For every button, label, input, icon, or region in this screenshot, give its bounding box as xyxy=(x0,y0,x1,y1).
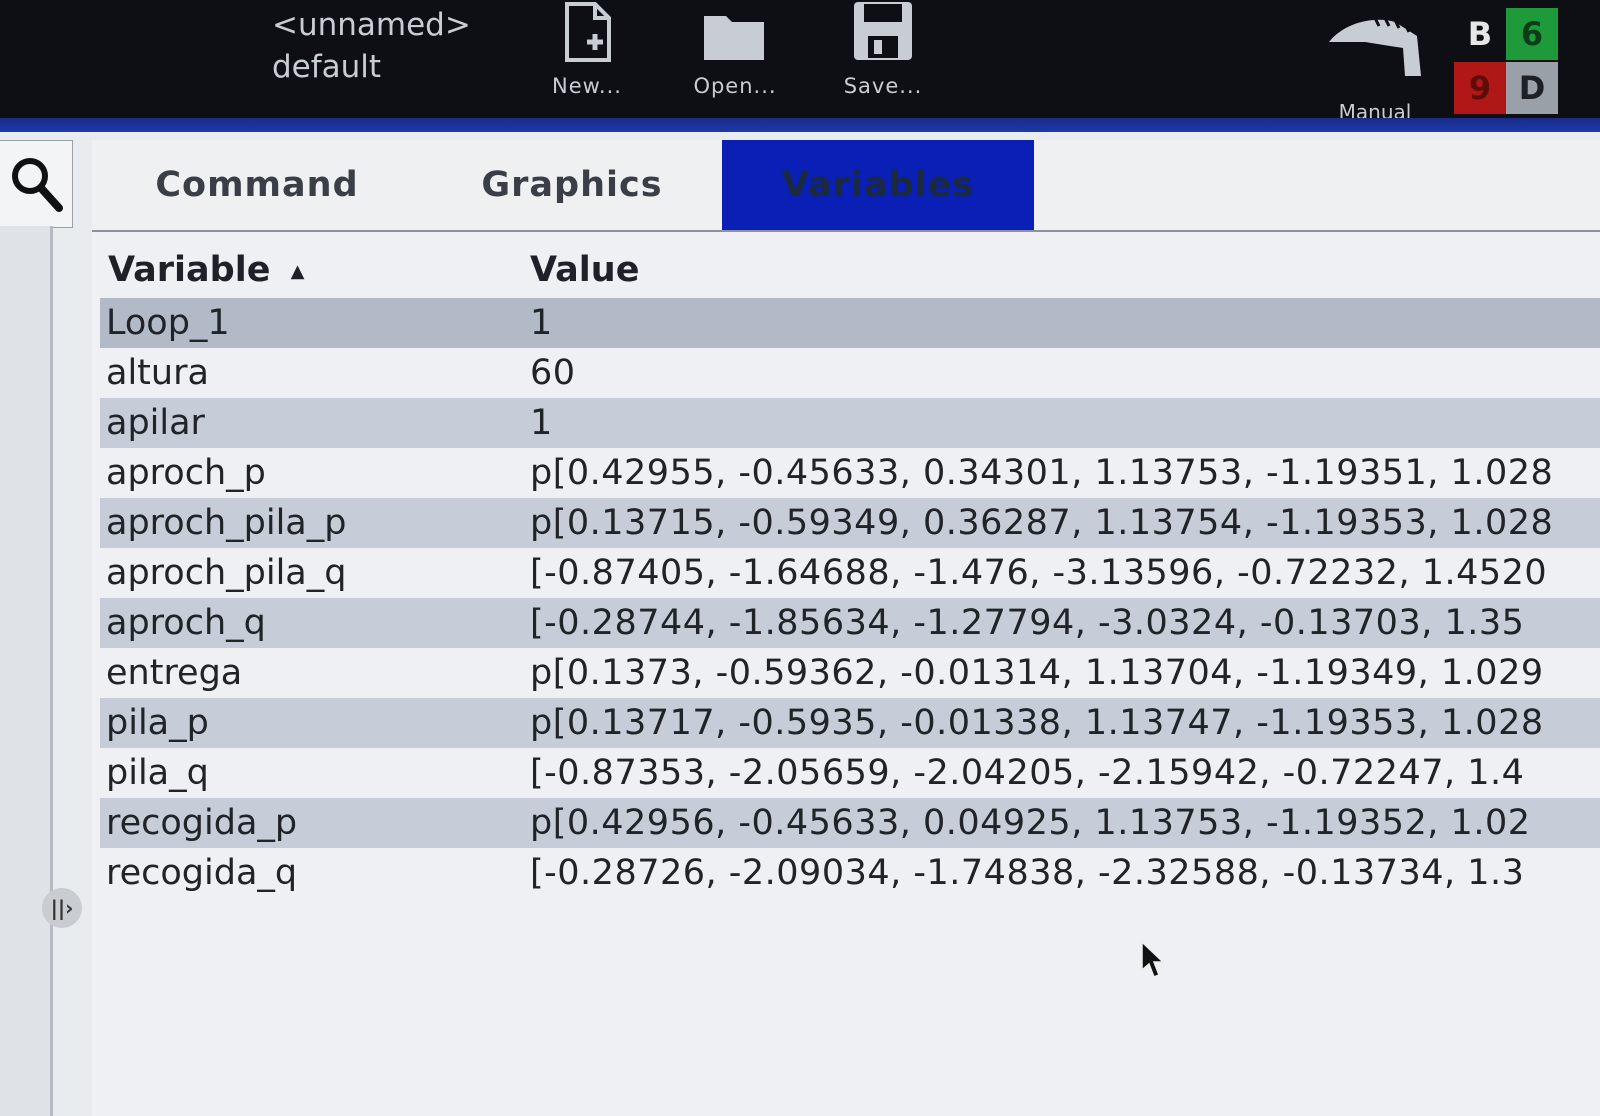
collapse-handle-icon[interactable]: ||› xyxy=(42,888,82,928)
mouse-pointer-icon xyxy=(1140,940,1166,984)
tab-bar: Command Graphics Variables xyxy=(92,140,1600,232)
variable-value: [-0.87353, -2.05659, -2.04205, -2.15942,… xyxy=(530,753,1525,793)
table-row[interactable]: pila_p p[0.13717, -0.5935, -0.01338, 1.13… xyxy=(100,698,1600,748)
variable-value: 1 xyxy=(530,403,553,443)
new-button-label: New... xyxy=(552,74,622,98)
table-row[interactable]: aproch_pila_q [-0.87405, -1.64688, -1.476… xyxy=(100,548,1600,598)
variable-value: p[0.13715, -0.59349, 0.36287, 1.13754, -… xyxy=(530,503,1554,543)
table-row[interactable]: aproch_p p[0.42955, -0.45633, 0.34301, 1.… xyxy=(100,448,1600,498)
variable-name: aproch_pila_p xyxy=(106,503,347,543)
column-header-variable[interactable]: Variable ▲ xyxy=(108,250,305,290)
top-header: <unnamed> default New... Open... Save...… xyxy=(0,0,1600,124)
search-button[interactable] xyxy=(0,140,73,228)
tab-variables[interactable]: Variables xyxy=(722,140,1034,230)
tab-command[interactable]: Command xyxy=(92,140,422,230)
table-row[interactable]: recogida_p p[0.42956, -0.45633, 0.04925, … xyxy=(100,798,1600,848)
sort-ascending-icon: ▲ xyxy=(290,260,305,282)
search-icon xyxy=(12,158,63,212)
table-row[interactable]: aproch_q [-0.28744, -1.85634, -1.27794, -… xyxy=(100,598,1600,648)
status-tile-b: B xyxy=(1454,8,1506,60)
open-folder-icon xyxy=(680,0,790,62)
left-panel xyxy=(0,226,53,1116)
status-tile-6: 6 xyxy=(1506,8,1558,60)
save-button-label: Save... xyxy=(843,74,923,98)
program-name-line1: <unnamed> xyxy=(272,7,471,43)
table-row[interactable]: pila_q [-0.87353, -2.05659, -2.04205, -2.… xyxy=(100,748,1600,798)
hand-icon xyxy=(1320,12,1430,86)
variable-name: apilar xyxy=(106,403,205,443)
variable-name: entrega xyxy=(106,653,243,693)
manual-button[interactable]: Manual xyxy=(1320,12,1430,124)
variable-name: aproch_p xyxy=(106,453,266,493)
column-header-value[interactable]: Value xyxy=(530,250,639,290)
variable-name: pila_p xyxy=(106,703,209,743)
variable-name: Loop_1 xyxy=(106,303,230,343)
variable-name: aproch_pila_q xyxy=(106,553,347,593)
variable-name: aproch_q xyxy=(106,603,266,643)
table-row[interactable]: entrega p[0.1373, -0.59362, -0.01314, 1.1… xyxy=(100,648,1600,698)
save-button[interactable]: Save... xyxy=(828,0,938,98)
status-tile-9: 9 xyxy=(1454,62,1506,114)
new-file-icon xyxy=(532,0,642,62)
table-row[interactable]: apilar 1 xyxy=(100,398,1600,448)
variable-value: [-0.87405, -1.64688, -1.476, -3.13596, -… xyxy=(530,553,1548,593)
variable-value: [-0.28744, -1.85634, -1.27794, -3.0324, … xyxy=(530,603,1525,643)
status-tile-d: D xyxy=(1506,62,1558,114)
variable-value: p[0.42956, -0.45633, 0.04925, 1.13753, -… xyxy=(530,803,1531,843)
variable-value: [-0.28726, -2.09034, -1.74838, -2.32588,… xyxy=(530,853,1525,893)
variable-value: p[0.42955, -0.45633, 0.34301, 1.13753, -… xyxy=(530,453,1554,493)
variable-value: 1 xyxy=(530,303,553,343)
variable-name: pila_q xyxy=(106,753,209,793)
program-name-line2: default xyxy=(272,49,382,85)
variable-name: altura xyxy=(106,353,209,393)
column-header-variable-label: Variable xyxy=(108,250,271,290)
table-row[interactable]: aproch_pila_p p[0.13715, -0.59349, 0.3628… xyxy=(100,498,1600,548)
variable-value: p[0.1373, -0.59362, -0.01314, 1.13704, -… xyxy=(530,653,1544,693)
variable-name: recogida_p xyxy=(106,803,298,843)
open-button[interactable]: Open... xyxy=(680,0,790,98)
table-row[interactable]: Loop_1 1 xyxy=(100,298,1600,348)
open-button-label: Open... xyxy=(693,74,777,98)
header-accent-strip xyxy=(0,118,1600,132)
new-button[interactable]: New... xyxy=(532,0,642,98)
variable-value: 60 xyxy=(530,353,576,393)
save-disk-icon xyxy=(828,0,938,62)
table-row[interactable]: recogida_q [-0.28726, -2.09034, -1.74838,… xyxy=(100,848,1600,898)
variable-name: recogida_q xyxy=(106,853,298,893)
tab-graphics[interactable]: Graphics xyxy=(422,140,722,230)
variable-value: p[0.13717, -0.5935, -0.01338, 1.13747, -… xyxy=(530,703,1544,743)
program-name: <unnamed> default xyxy=(272,4,471,88)
table-row[interactable]: altura 60 xyxy=(100,348,1600,398)
